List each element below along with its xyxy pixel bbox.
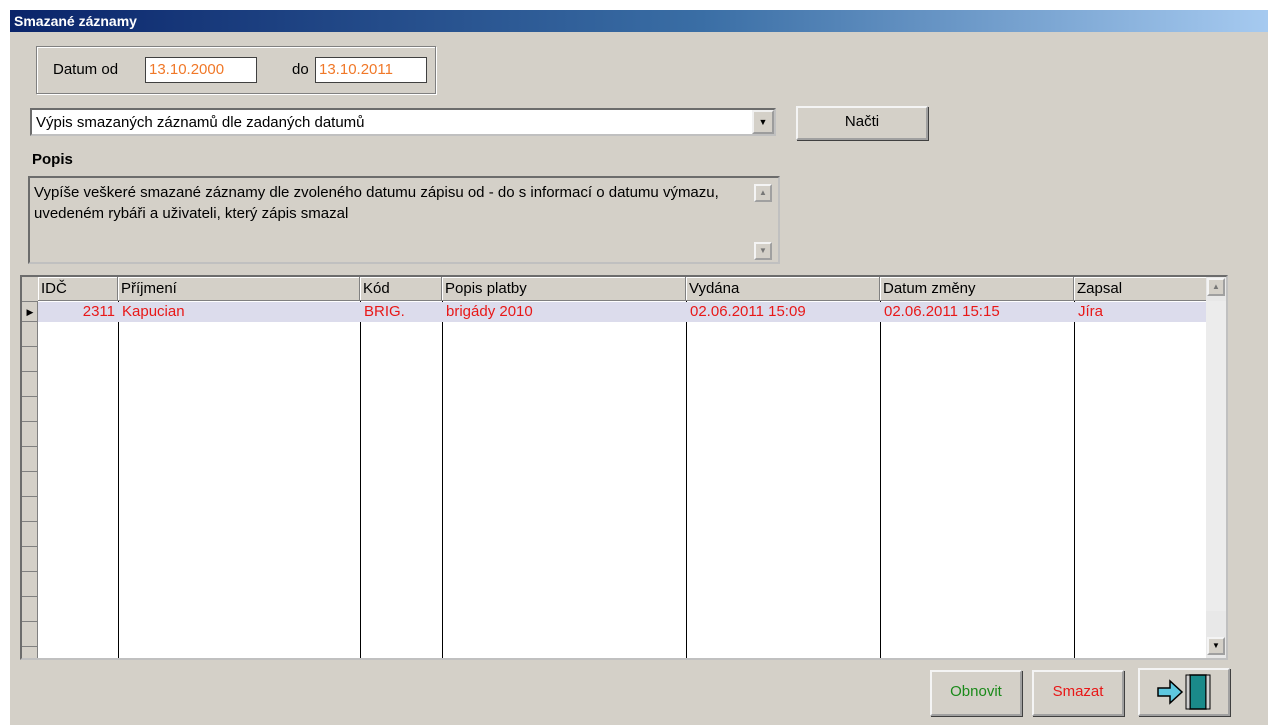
row-indicator bbox=[22, 397, 38, 422]
column-header-entered-by[interactable]: Zapsal bbox=[1074, 277, 1208, 301]
row-indicator bbox=[22, 472, 38, 497]
cell-code[interactable]: BRIG. bbox=[361, 302, 441, 322]
column-divider bbox=[118, 301, 119, 658]
cell-payment-description[interactable]: brigády 2010 bbox=[443, 302, 685, 322]
column-header-change-date[interactable]: Datum změny bbox=[880, 277, 1074, 301]
exit-button[interactable] bbox=[1138, 668, 1230, 716]
date-to-input[interactable]: 13.10.2011 bbox=[315, 57, 427, 83]
scroll-up-icon[interactable]: ▲ bbox=[1207, 278, 1225, 296]
exit-door-icon bbox=[1157, 674, 1211, 710]
column-divider bbox=[880, 301, 881, 658]
window-title: Smazané záznamy bbox=[10, 10, 1268, 32]
deleted-records-window: Smazané záznamy Datum od 13.10.2000 do 1… bbox=[10, 10, 1268, 725]
chevron-down-icon[interactable]: ▼ bbox=[752, 110, 774, 134]
column-divider bbox=[686, 301, 687, 658]
indicator-header bbox=[22, 277, 38, 302]
row-indicator bbox=[22, 372, 38, 397]
date-to-label: do bbox=[292, 61, 309, 78]
description-text: Vypíše veškeré smazané záznamy dle zvole… bbox=[34, 184, 719, 222]
report-type-select[interactable]: Výpis smazaných záznamů dle zadaných dat… bbox=[30, 108, 776, 136]
column-divider bbox=[360, 301, 361, 658]
cell-issued[interactable]: 02.06.2011 15:09 bbox=[687, 302, 879, 322]
row-indicator bbox=[22, 347, 38, 372]
row-indicator bbox=[22, 522, 38, 547]
cell-change-date[interactable]: 02.06.2011 15:15 bbox=[881, 302, 1073, 322]
row-indicator bbox=[22, 322, 38, 347]
description-label: Popis bbox=[32, 151, 73, 168]
column-header-code[interactable]: Kód bbox=[360, 277, 442, 301]
row-indicator-column: ▶ bbox=[22, 277, 38, 658]
report-type-selected: Výpis smazaných záznamů dle zadaných dat… bbox=[36, 114, 365, 131]
column-header-idc[interactable]: IDČ bbox=[38, 277, 118, 301]
row-indicator bbox=[22, 422, 38, 447]
row-indicator bbox=[22, 497, 38, 522]
row-indicator bbox=[22, 597, 38, 622]
scroll-up-icon[interactable]: ▲ bbox=[754, 184, 772, 202]
column-header-issued[interactable]: Vydána bbox=[686, 277, 880, 301]
column-header-surname[interactable]: Příjmení bbox=[118, 277, 360, 301]
scrollbar-track[interactable] bbox=[1206, 301, 1226, 611]
row-pointer-icon[interactable]: ▶ bbox=[22, 302, 38, 322]
row-indicator bbox=[22, 547, 38, 572]
description-scrollbar[interactable]: ▲ ▼ bbox=[754, 184, 774, 260]
column-header-payment-description[interactable]: Popis platby bbox=[442, 277, 686, 301]
load-button[interactable]: Načti bbox=[796, 106, 928, 140]
cell-entered-by[interactable]: Jíra bbox=[1075, 302, 1207, 322]
deleted-records-table[interactable]: ▶ IDČ Příjmení Kód Popis platby Vydána D… bbox=[20, 275, 1228, 660]
date-range-group: Datum od 13.10.2000 do 13.10.2011 bbox=[36, 46, 436, 94]
table-scrollbar[interactable]: ▲ ▼ bbox=[1206, 277, 1226, 658]
date-from-input[interactable]: 13.10.2000 bbox=[145, 57, 257, 83]
row-indicator bbox=[22, 447, 38, 472]
scroll-down-icon[interactable]: ▼ bbox=[1207, 637, 1225, 655]
row-indicator bbox=[22, 622, 38, 647]
cell-surname[interactable]: Kapucian bbox=[119, 302, 359, 322]
date-from-label: Datum od bbox=[53, 61, 119, 78]
description-box: Vypíše veškeré smazané záznamy dle zvole… bbox=[28, 176, 780, 264]
row-indicator bbox=[22, 572, 38, 597]
column-divider bbox=[442, 301, 443, 658]
cell-idc[interactable]: 2311 bbox=[38, 302, 118, 322]
scroll-down-icon[interactable]: ▼ bbox=[754, 242, 772, 260]
restore-button[interactable]: Obnovit bbox=[930, 670, 1022, 716]
delete-button[interactable]: Smazat bbox=[1032, 670, 1124, 716]
column-divider bbox=[1074, 301, 1075, 658]
